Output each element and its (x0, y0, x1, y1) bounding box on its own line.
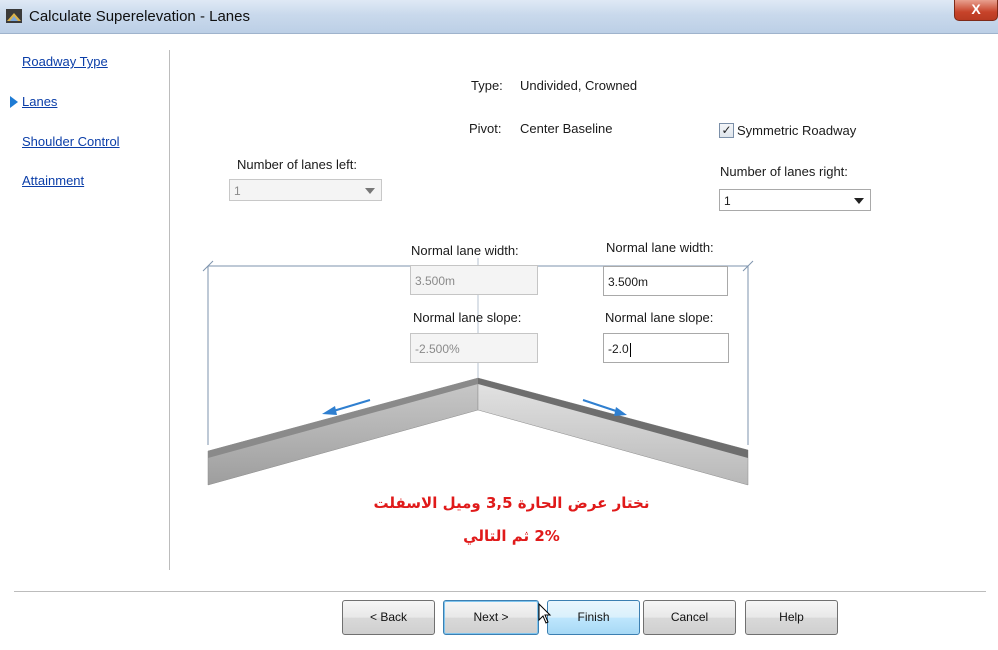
left-lane-width-value: 3.500m (415, 274, 456, 288)
annotation-line-2: 2% ثم التالي (463, 527, 560, 545)
finish-button[interactable]: Finish (547, 600, 640, 635)
cancel-button[interactable]: Cancel (643, 600, 736, 635)
right-lane-width-value: 3.500m (608, 275, 649, 289)
lanes-right-dropdown[interactable]: 1 (719, 189, 871, 211)
app-icon (6, 9, 22, 23)
pivot-label: Pivot: (469, 121, 502, 136)
right-lane-slope-field[interactable]: -2.0 (603, 333, 729, 363)
symmetric-roadway-checkbox[interactable]: ✓ (719, 123, 734, 138)
current-step-arrow-icon (10, 96, 18, 108)
right-lane-slope-label: Normal lane slope: (605, 310, 714, 325)
back-button[interactable]: < Back (342, 600, 435, 635)
symmetric-roadway-label: Symmetric Roadway (737, 123, 857, 138)
lanes-left-label: Number of lanes left: (237, 157, 357, 172)
wizard-nav: Roadway Type Lanes Shoulder Control Atta… (0, 34, 170, 574)
left-lane-slope-field[interactable]: -2.500% (410, 333, 538, 363)
right-lane-width-label: Normal lane width: (606, 240, 714, 255)
nav-item-lanes[interactable]: Lanes (22, 94, 57, 109)
lanes-left-value: 1 (234, 184, 241, 198)
right-lane-slope-value: -2.0 (608, 342, 629, 356)
lanes-right-value: 1 (724, 194, 731, 208)
text-cursor (629, 342, 631, 357)
help-button[interactable]: Help (745, 600, 838, 635)
annotation-overlay: نختار عرض الحارة 3,5 وميل الاسفلت 2% ثم … (351, 480, 672, 587)
left-lane-width-label: Normal lane width: (411, 243, 519, 258)
pivot-value: Center Baseline (520, 121, 613, 136)
type-label: Type: (471, 78, 503, 93)
close-button[interactable]: X (954, 0, 998, 21)
chevron-down-icon (854, 198, 864, 204)
left-lane-slope-label: Normal lane slope: (413, 310, 522, 325)
nav-item-shoulder-control[interactable]: Shoulder Control (22, 134, 120, 149)
nav-item-attainment[interactable]: Attainment (22, 173, 84, 188)
left-lane-width-field[interactable]: 3.500m (410, 265, 538, 295)
mouse-cursor-icon (538, 603, 552, 624)
lanes-right-label: Number of lanes right: (720, 164, 848, 179)
lanes-left-dropdown[interactable]: 1 (229, 179, 382, 201)
title-bar: Calculate Superelevation - Lanes X (0, 0, 998, 34)
next-button[interactable]: Next > (443, 600, 539, 635)
chevron-down-icon (365, 188, 375, 194)
right-lane-width-field[interactable]: 3.500m (603, 266, 728, 296)
close-icon: X (971, 1, 981, 17)
annotation-line-1: نختار عرض الحارة 3,5 وميل الاسفلت (373, 494, 650, 512)
window-title: Calculate Superelevation - Lanes (29, 8, 250, 25)
checkmark-icon: ✓ (721, 123, 732, 137)
nav-item-roadway-type[interactable]: Roadway Type (22, 54, 108, 69)
footer-divider (14, 591, 986, 592)
nav-divider (169, 50, 170, 570)
left-lane-slope-value: -2.500% (415, 342, 460, 356)
type-value: Undivided, Crowned (520, 78, 638, 93)
